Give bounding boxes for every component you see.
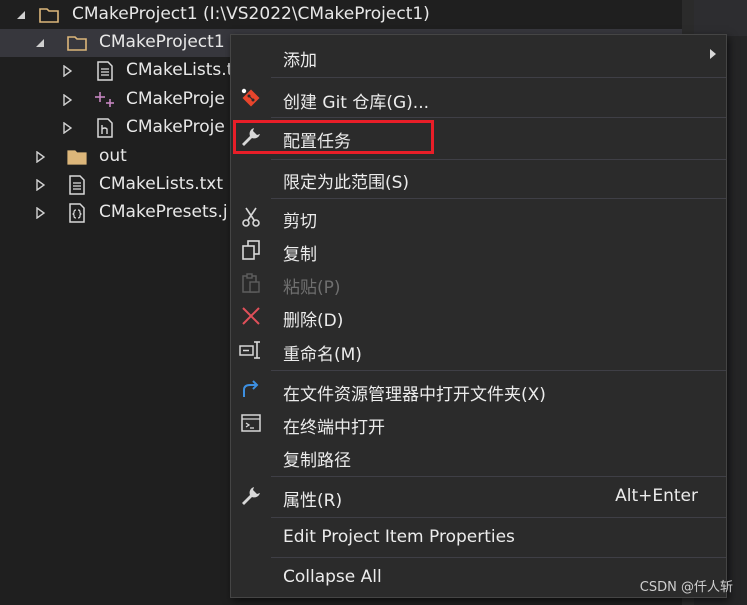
expanded-triangle-icon[interactable] — [33, 36, 47, 50]
menu-item-label: 在终端中打开 — [283, 418, 385, 438]
menu-separator — [271, 198, 726, 199]
terminal-icon — [239, 411, 263, 435]
context-menu: 添加 创建 Git 仓库(G)... 配置任务 限定为此范围(S) 剪切 复制 … — [230, 34, 727, 598]
menu-separator — [271, 370, 726, 371]
menu-item-add[interactable]: 添加 — [231, 40, 726, 73]
menu-separator — [271, 117, 726, 118]
menu-item-label: 在文件资源管理器中打开文件夹(X) — [283, 385, 546, 405]
watermark-text: CSDN @仟人斩 — [639, 580, 733, 595]
menu-separator — [271, 517, 726, 518]
tree-node-root-project[interactable]: CMakeProject1 (I:\VS2022\CMakeProject1) — [0, 1, 682, 29]
menu-item-scope-to-this[interactable]: 限定为此范围(S) — [231, 162, 726, 195]
menu-item-shortcut: Alt+Enter — [615, 486, 698, 506]
delete-x-icon — [239, 304, 263, 328]
menu-item-copy-path[interactable]: 复制路径 — [231, 440, 726, 473]
folder-icon — [38, 4, 60, 26]
menu-item-label: 限定为此范围(S) — [283, 173, 410, 193]
expanded-triangle-icon[interactable] — [14, 8, 28, 22]
menu-separator — [271, 476, 726, 477]
menu-item-label: 属性(R) — [283, 491, 343, 511]
document-icon — [66, 174, 88, 196]
menu-item-label: 粘贴(P) — [283, 278, 341, 298]
tree-node-label: CMakeLists.txt — [99, 174, 224, 194]
scissors-icon — [239, 205, 263, 229]
menu-item-label: 添加 — [283, 51, 317, 71]
menu-item-rename[interactable]: 重命名(M) — [231, 334, 726, 367]
menu-item-cut[interactable]: 剪切 — [231, 201, 726, 234]
collapsed-triangle-icon[interactable] — [60, 121, 74, 135]
open-folder-arrow-icon — [239, 378, 263, 402]
menu-item-copy[interactable]: 复制 — [231, 234, 726, 267]
menu-item-label: 复制 — [283, 245, 317, 265]
collapsed-triangle-icon[interactable] — [33, 206, 47, 220]
folder-icon — [66, 146, 88, 168]
header-file-icon — [94, 117, 116, 139]
tree-node-label: out — [99, 146, 127, 166]
menu-item-label: 重命名(M) — [283, 345, 362, 365]
collapsed-triangle-icon[interactable] — [33, 150, 47, 164]
menu-separator — [271, 159, 726, 160]
json-file-icon — [66, 202, 88, 224]
menu-separator — [271, 77, 726, 78]
menu-item-label: Collapse All — [283, 567, 382, 587]
cpp-source-icon — [94, 89, 116, 111]
tree-node-label: CMakeLists.t — [126, 60, 234, 80]
collapsed-triangle-icon[interactable] — [60, 64, 74, 78]
menu-item-delete[interactable]: 删除(D) — [231, 300, 726, 333]
menu-item-label: 剪切 — [283, 212, 317, 232]
menu-item-label: 创建 Git 仓库(G)... — [283, 93, 430, 113]
menu-item-create-git-repo[interactable]: 创建 Git 仓库(G)... — [231, 82, 726, 115]
git-icon — [239, 86, 263, 110]
tree-node-label: CMakePresets.j — [99, 202, 228, 222]
visual-studio-window: CMakeProject1 (I:\VS2022\CMakeProject1) … — [0, 0, 747, 605]
submenu-arrow-icon — [710, 49, 716, 59]
copy-icon — [239, 238, 263, 262]
menu-item-label: 删除(D) — [283, 311, 344, 331]
menu-item-edit-project-item-properties[interactable]: Edit Project Item Properties — [231, 521, 726, 554]
folder-icon — [66, 32, 88, 54]
menu-item-label: 复制路径 — [283, 451, 351, 471]
side-panel-header — [694, 0, 747, 36]
rename-icon — [239, 338, 263, 362]
menu-item-properties[interactable]: 属性(R) Alt+Enter — [231, 480, 726, 513]
menu-item-open-in-file-explorer[interactable]: 在文件资源管理器中打开文件夹(X) — [231, 374, 726, 407]
wrench-icon — [239, 484, 263, 508]
highlight-annotation-box — [233, 120, 434, 154]
collapsed-triangle-icon[interactable] — [60, 93, 74, 107]
tree-node-label: CMakeProject1 — [99, 32, 225, 52]
tree-node-label: CMakeProje — [126, 89, 225, 109]
menu-item-open-in-terminal[interactable]: 在终端中打开 — [231, 407, 726, 440]
menu-item-label: Edit Project Item Properties — [283, 527, 515, 547]
menu-separator — [271, 557, 726, 558]
document-icon — [94, 60, 116, 82]
collapsed-triangle-icon[interactable] — [33, 178, 47, 192]
menu-item-paste[interactable]: 粘贴(P) — [231, 267, 726, 300]
tree-node-label: CMakeProject1 (I:\VS2022\CMakeProject1) — [72, 4, 430, 24]
paste-icon — [239, 271, 263, 295]
tree-node-label: CMakeProje — [126, 117, 225, 137]
